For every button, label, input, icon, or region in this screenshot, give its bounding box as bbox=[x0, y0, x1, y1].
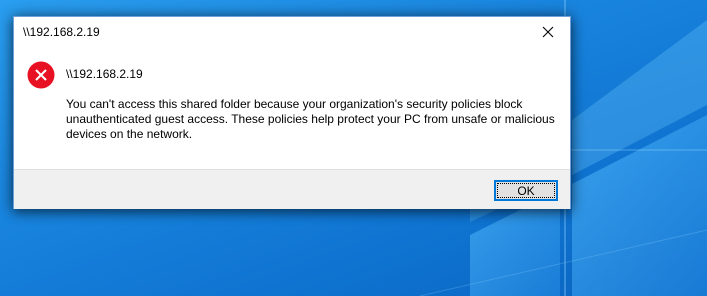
dialog-title: \\192.168.2.19 bbox=[23, 25, 100, 39]
error-icon bbox=[27, 61, 55, 89]
error-dialog: \\192.168.2.19 \\192.168.2.19 You can't … bbox=[13, 16, 571, 209]
dialog-footer: OK bbox=[14, 169, 570, 209]
close-button[interactable] bbox=[525, 17, 570, 47]
close-icon bbox=[542, 26, 553, 38]
ok-button[interactable]: OK bbox=[494, 180, 558, 201]
dialog-content: \\192.168.2.19 You can't access this sha… bbox=[14, 47, 570, 169]
dialog-heading: \\192.168.2.19 bbox=[66, 67, 143, 81]
dialog-message: You can't access this shared folder beca… bbox=[66, 97, 555, 141]
dialog-titlebar[interactable]: \\192.168.2.19 bbox=[14, 17, 570, 47]
